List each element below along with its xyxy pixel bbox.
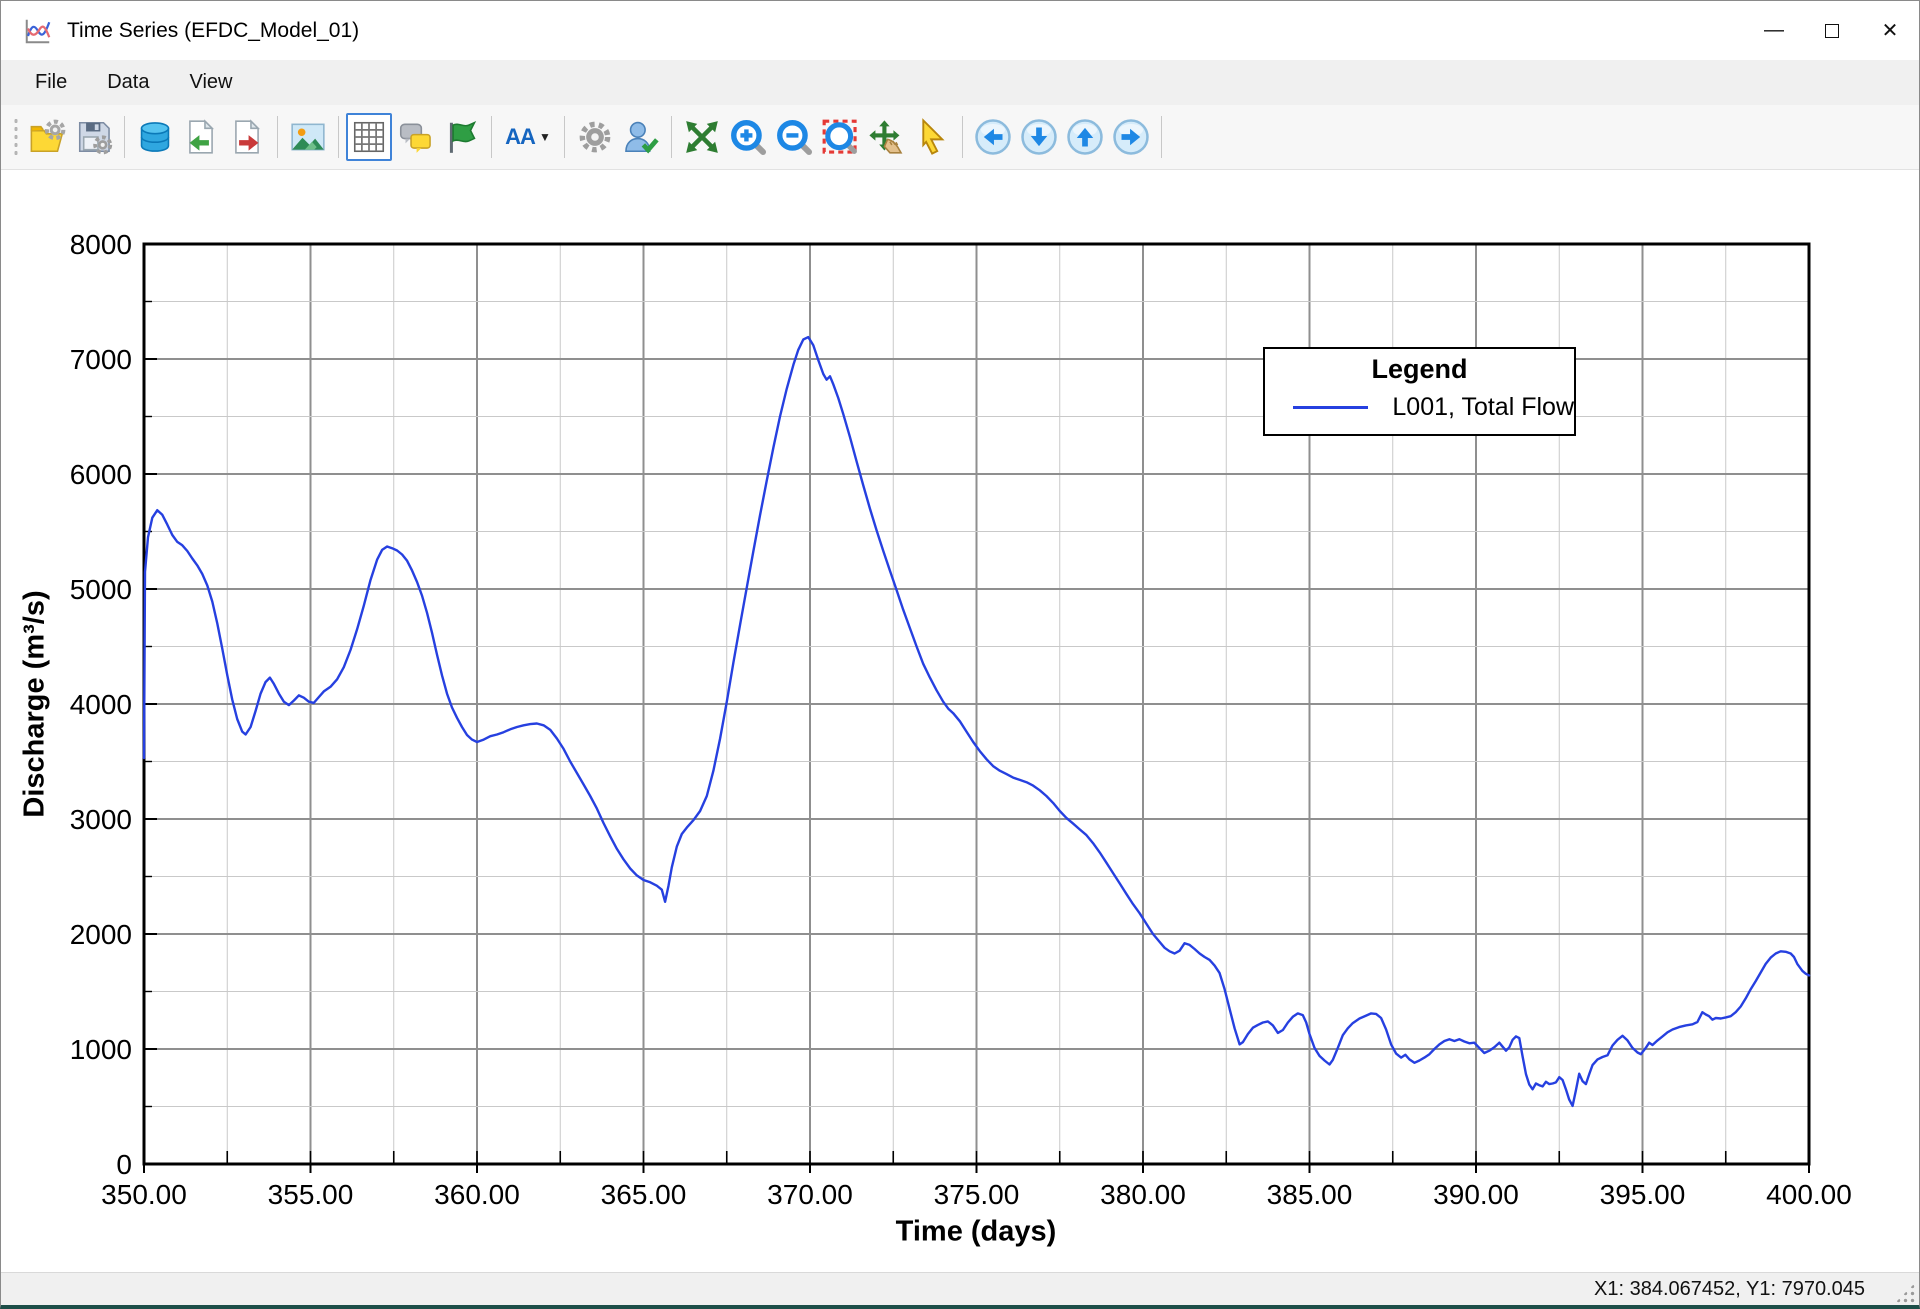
cursor-coordinates: X1: 384.067452, Y1: 7970.045 [1594,1278,1865,1301]
y-axis-title: Discharge (m³/s) [19,590,52,817]
save-gear-icon [75,118,113,156]
file-arrow-right-icon [228,118,266,156]
zoom-extents-button[interactable] [679,113,725,161]
zoom-in-icon [729,118,767,156]
image-icon [289,118,327,156]
toolbar-separator [1161,116,1162,158]
svg-text:2000: 2000 [70,919,132,950]
legend-item: L001, Total Flow [1265,393,1574,422]
toolbar-separator [338,116,339,158]
export-file-button[interactable] [224,113,270,161]
zoom-out-icon [775,118,813,156]
menu-bar: File Data View [1,60,1919,105]
svg-text:3000: 3000 [70,804,132,835]
cursor-arrow-icon [913,118,951,156]
menu-file[interactable]: File [15,60,87,105]
flag-button[interactable] [438,113,484,161]
zoom-in-button[interactable] [725,113,771,161]
chart-panel: 350.00 355.00 360.00 365.00 370.00 375.00 380.… [1,170,1920,1272]
comments-button[interactable] [392,113,438,161]
settings-button[interactable] [572,113,618,161]
pan-button[interactable] [863,113,909,161]
svg-text:385.00: 385.00 [1267,1179,1353,1210]
close-button[interactable]: ✕ [1861,1,1919,60]
svg-text:380.00: 380.00 [1100,1179,1186,1210]
toolbar-separator [277,116,278,158]
toolbar: AA ▼ [1,105,1919,170]
circle-arrow-up-icon [1066,118,1104,156]
pointer-button[interactable] [909,113,955,161]
toolbar-separator [671,116,672,158]
svg-text:360.00: 360.00 [434,1179,520,1210]
flag-icon [442,118,480,156]
legend-title: Legend [1265,354,1574,385]
svg-text:350.00: 350.00 [101,1179,187,1210]
legend[interactable]: Legend L001, Total Flow [1263,347,1576,436]
user-check-icon [622,118,660,156]
maximize-button[interactable] [1803,1,1861,60]
svg-text:365.00: 365.00 [601,1179,687,1210]
toolbar-separator [124,116,125,158]
zoom-window-button[interactable] [817,113,863,161]
svg-text:6000: 6000 [70,459,132,490]
title-bar: Time Series (EFDC_Model_01) — ✕ [1,1,1919,60]
svg-text:375.00: 375.00 [934,1179,1020,1210]
toolbar-grip[interactable] [11,117,21,157]
svg-text:0: 0 [116,1149,132,1180]
svg-text:400.00: 400.00 [1766,1179,1852,1210]
svg-text:8000: 8000 [70,229,132,260]
gear-icon [576,118,614,156]
nav-down-button[interactable] [1016,113,1062,161]
speech-bubbles-icon [396,118,434,156]
nav-left-button[interactable] [970,113,1016,161]
user-check-button[interactable] [618,113,664,161]
font-size-icon: AA [505,124,535,150]
image-export-button[interactable] [285,113,331,161]
svg-text:5000: 5000 [70,574,132,605]
grid-view-button[interactable] [346,113,392,161]
line-chart-icon [23,16,53,46]
svg-text:390.00: 390.00 [1433,1179,1519,1210]
legend-line-swatch [1293,406,1368,409]
nav-up-button[interactable] [1062,113,1108,161]
open-settings-button[interactable] [25,113,71,161]
svg-text:1000: 1000 [70,1034,132,1065]
expand-arrows-icon [683,118,721,156]
save-settings-button[interactable] [71,113,117,161]
database-icon [136,118,174,156]
circle-arrow-right-icon [1112,118,1150,156]
menu-data[interactable]: Data [87,60,169,105]
database-button[interactable] [132,113,178,161]
svg-text:395.00: 395.00 [1600,1179,1686,1210]
chevron-down-icon: ▼ [539,130,551,144]
maximize-icon [1825,24,1839,38]
open-folder-gear-icon [29,118,67,156]
file-arrow-left-icon [182,118,220,156]
window-title: Time Series (EFDC_Model_01) [67,19,359,43]
x-axis-title: Time (days) [896,1216,1057,1249]
circle-arrow-left-icon [974,118,1012,156]
toolbar-separator [564,116,565,158]
svg-text:7000: 7000 [70,344,132,375]
legend-item-label: L001, Total Flow [1392,393,1574,422]
svg-text:355.00: 355.00 [268,1179,354,1210]
pan-hand-icon [867,118,905,156]
toolbar-separator [962,116,963,158]
svg-text:4000: 4000 [70,689,132,720]
font-size-button[interactable]: AA ▼ [499,113,557,161]
zoom-selection-icon [821,118,859,156]
status-bar: X1: 384.067452, Y1: 7970.045 [1,1272,1919,1306]
toolbar-separator [491,116,492,158]
zoom-out-button[interactable] [771,113,817,161]
circle-arrow-down-icon [1020,118,1058,156]
grid-icon [350,118,388,156]
app-window: Time Series (EFDC_Model_01) — ✕ File Dat… [0,0,1920,1309]
import-file-button[interactable] [178,113,224,161]
minimize-button[interactable]: — [1745,1,1803,60]
resize-grip[interactable] [1895,1283,1915,1303]
svg-text:370.00: 370.00 [767,1179,853,1210]
nav-right-button[interactable] [1108,113,1154,161]
menu-view[interactable]: View [169,60,252,105]
plot-area[interactable]: 350.00 355.00 360.00 365.00 370.00 375.00 380.… [1,170,1920,1272]
